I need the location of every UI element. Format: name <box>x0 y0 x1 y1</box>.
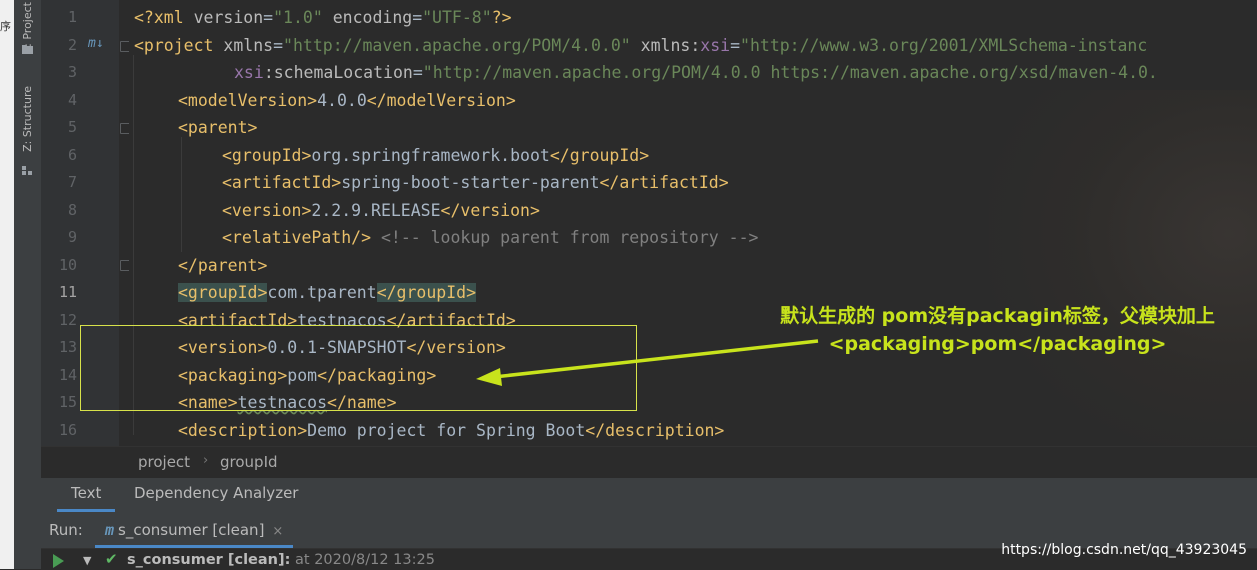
maven-icon: m <box>105 521 115 539</box>
breadcrumb: project › groupId <box>41 446 1257 479</box>
run-result-title: s_consumer [clean]: <box>127 552 291 568</box>
run-tab-label: s_consumer [clean] <box>118 521 265 539</box>
expand-icon[interactable]: ▼ <box>83 554 91 567</box>
breadcrumb-item-groupid[interactable]: groupId <box>220 453 278 471</box>
editor-bottom-tabs: Text Dependency Analyzer <box>41 478 1257 513</box>
annotation-line-2: <packaging>pom</packaging> <box>828 333 1167 355</box>
run-result-line[interactable]: s_consumer [clean]: at 2020/8/12 13:25 <box>127 552 435 568</box>
play-icon[interactable] <box>53 554 64 568</box>
run-label: Run: <box>49 521 83 539</box>
annotation-line-1: 默认生成的 pom没有packagin标签，父模块加上 <box>780 305 1215 327</box>
annotation-text: 默认生成的 pom没有packagin标签，父模块加上 <packaging>p… <box>700 302 1257 358</box>
check-icon: ✔ <box>105 550 118 568</box>
run-tab-s-consumer[interactable]: m s_consumer [clean] × <box>95 516 294 548</box>
breadcrumb-separator: › <box>203 453 209 468</box>
breadcrumb-item-project[interactable]: project <box>138 453 190 471</box>
run-result-time: at 2020/8/12 13:25 <box>295 552 435 568</box>
tab-dependency-analyzer[interactable]: Dependency Analyzer <box>120 478 312 509</box>
tab-text[interactable]: Text <box>57 478 116 512</box>
annotation-arrow-icon <box>476 339 819 386</box>
watermark-url: https://blog.csdn.net/qq_43923045 <box>1001 542 1247 558</box>
close-icon[interactable]: × <box>272 524 283 539</box>
